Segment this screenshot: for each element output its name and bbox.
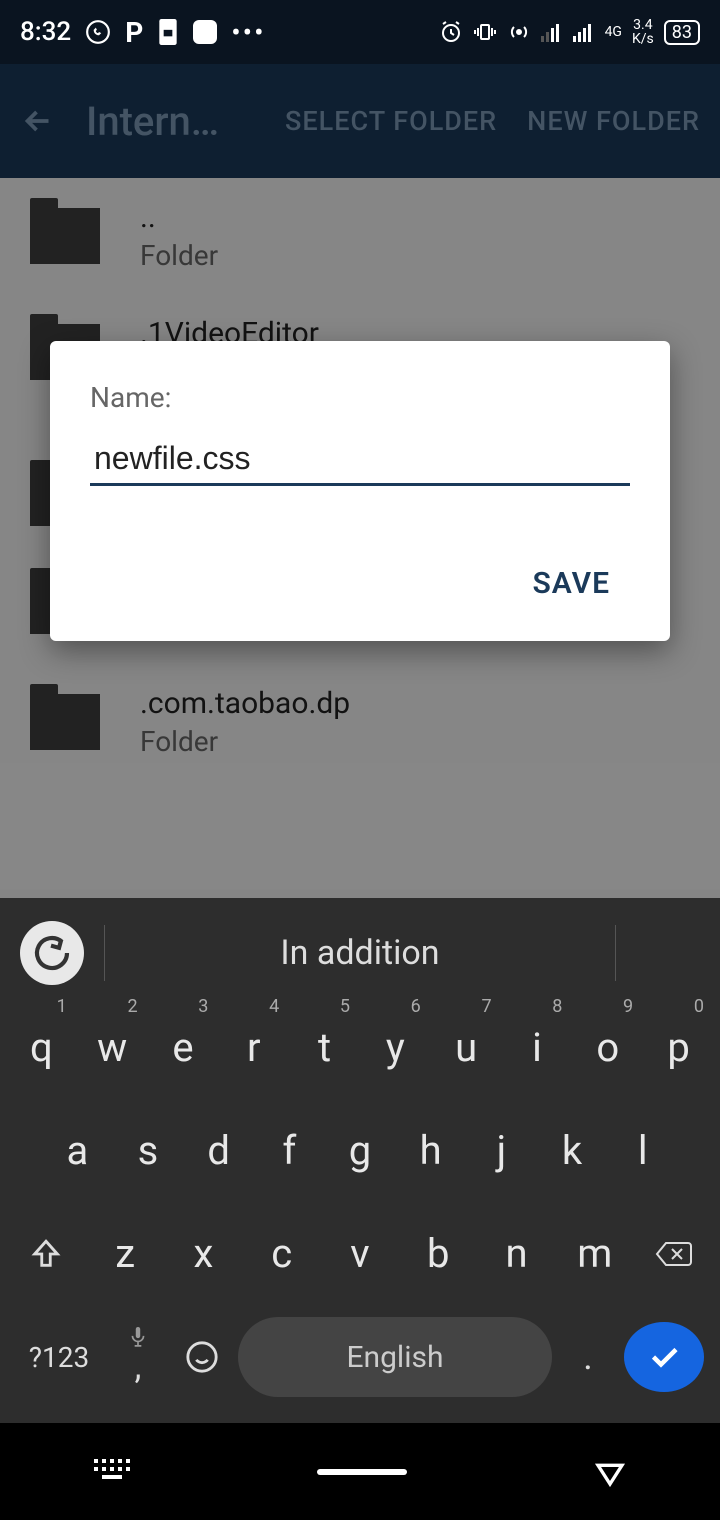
home-button[interactable] — [317, 1469, 407, 1475]
spacebar[interactable]: English — [238, 1317, 552, 1397]
navigation-bar — [0, 1423, 720, 1520]
key-m[interactable]: m — [556, 1214, 634, 1293]
symbols-key[interactable]: ?123 — [16, 1317, 102, 1397]
key-row-1: 1q 2w 3e 4r 5t 6y 7u 8i 9o 0p — [6, 1008, 714, 1087]
enter-key[interactable] — [624, 1322, 704, 1392]
folder-type: Folder — [140, 725, 350, 758]
key-r[interactable]: 4r — [218, 1008, 289, 1087]
suggestion-text[interactable]: In addition — [104, 925, 616, 981]
list-item[interactable]: .com.taobao.dp Folder — [0, 664, 720, 780]
new-folder-button[interactable]: NEW FOLDER — [527, 105, 700, 137]
folder-icon — [30, 694, 100, 750]
suggestion-bar: In addition — [0, 898, 720, 1008]
key-p[interactable]: 0p — [643, 1008, 714, 1087]
network-type-label: 4G — [605, 25, 622, 39]
key-w[interactable]: 2w — [77, 1008, 148, 1087]
key-b[interactable]: b — [399, 1214, 477, 1293]
network-speed-label: 3.4 K/s — [632, 18, 654, 46]
comma-key[interactable]: , — [110, 1317, 166, 1397]
dialog-label: Name: — [90, 381, 630, 414]
app-bar: Intern… SELECT FOLDER NEW FOLDER — [0, 64, 720, 178]
key-t[interactable]: 5t — [289, 1008, 360, 1087]
key-row-bottom: ?123 , English . — [6, 1317, 714, 1397]
keyboard-switch-icon[interactable] — [94, 1459, 130, 1485]
select-folder-button[interactable]: SELECT FOLDER — [285, 105, 497, 137]
key-g[interactable]: g — [325, 1111, 396, 1190]
notification-icon — [157, 19, 179, 45]
key-n[interactable]: n — [477, 1214, 555, 1293]
mic-icon — [130, 1327, 146, 1347]
shift-key[interactable] — [6, 1214, 86, 1293]
folder-icon — [30, 208, 100, 264]
more-notifications-icon: ••• — [231, 16, 265, 49]
key-o[interactable]: 9o — [572, 1008, 643, 1087]
keyboard: In addition 1q 2w 3e 4r 5t 6y 7u 8i 9o 0… — [0, 898, 720, 1423]
folder-name: .. — [140, 200, 218, 235]
key-l[interactable]: l — [607, 1111, 678, 1190]
p-icon: P — [125, 16, 143, 49]
emoji-key[interactable] — [174, 1317, 230, 1397]
signal-2-icon — [573, 22, 595, 42]
status-time: 8:32 — [20, 17, 71, 47]
name-dialog: Name: SAVE — [50, 341, 670, 641]
key-e[interactable]: 3e — [148, 1008, 219, 1087]
key-x[interactable]: x — [164, 1214, 242, 1293]
key-q[interactable]: 1q — [6, 1008, 77, 1087]
key-row-3: z x c v b n m — [6, 1214, 714, 1293]
back-button[interactable] — [20, 103, 56, 139]
key-s[interactable]: s — [113, 1111, 184, 1190]
key-f[interactable]: f — [254, 1111, 325, 1190]
battery-indicator: 83 — [664, 20, 700, 45]
key-j[interactable]: j — [466, 1111, 537, 1190]
status-bar: 8:32 P ••• 4G 3.4 K/s — [0, 0, 720, 64]
key-h[interactable]: h — [395, 1111, 466, 1190]
key-u[interactable]: 7u — [431, 1008, 502, 1087]
alarm-icon — [439, 20, 463, 44]
period-key[interactable]: . — [560, 1317, 616, 1397]
key-k[interactable]: k — [537, 1111, 608, 1190]
whatsapp-icon — [85, 19, 111, 45]
key-v[interactable]: v — [321, 1214, 399, 1293]
key-a[interactable]: a — [42, 1111, 113, 1190]
key-row-2: a s d f g h j k l — [6, 1111, 714, 1190]
folder-type: Folder — [140, 239, 218, 272]
app-icon — [193, 20, 217, 44]
back-nav-icon[interactable] — [594, 1456, 626, 1488]
hotspot-icon — [507, 20, 531, 44]
key-c[interactable]: c — [243, 1214, 321, 1293]
key-d[interactable]: d — [183, 1111, 254, 1190]
signal-1-icon — [541, 22, 563, 42]
list-item[interactable]: .. Folder — [0, 178, 720, 294]
grammarly-icon[interactable] — [20, 921, 84, 985]
folder-name: .com.taobao.dp — [140, 686, 350, 721]
filename-input[interactable] — [90, 434, 630, 486]
key-i[interactable]: 8i — [502, 1008, 573, 1087]
backspace-key[interactable] — [634, 1214, 714, 1293]
page-title: Intern… — [86, 98, 255, 145]
key-z[interactable]: z — [86, 1214, 164, 1293]
key-y[interactable]: 6y — [360, 1008, 431, 1087]
vibrate-icon — [473, 20, 497, 44]
save-button[interactable]: SAVE — [512, 556, 630, 611]
